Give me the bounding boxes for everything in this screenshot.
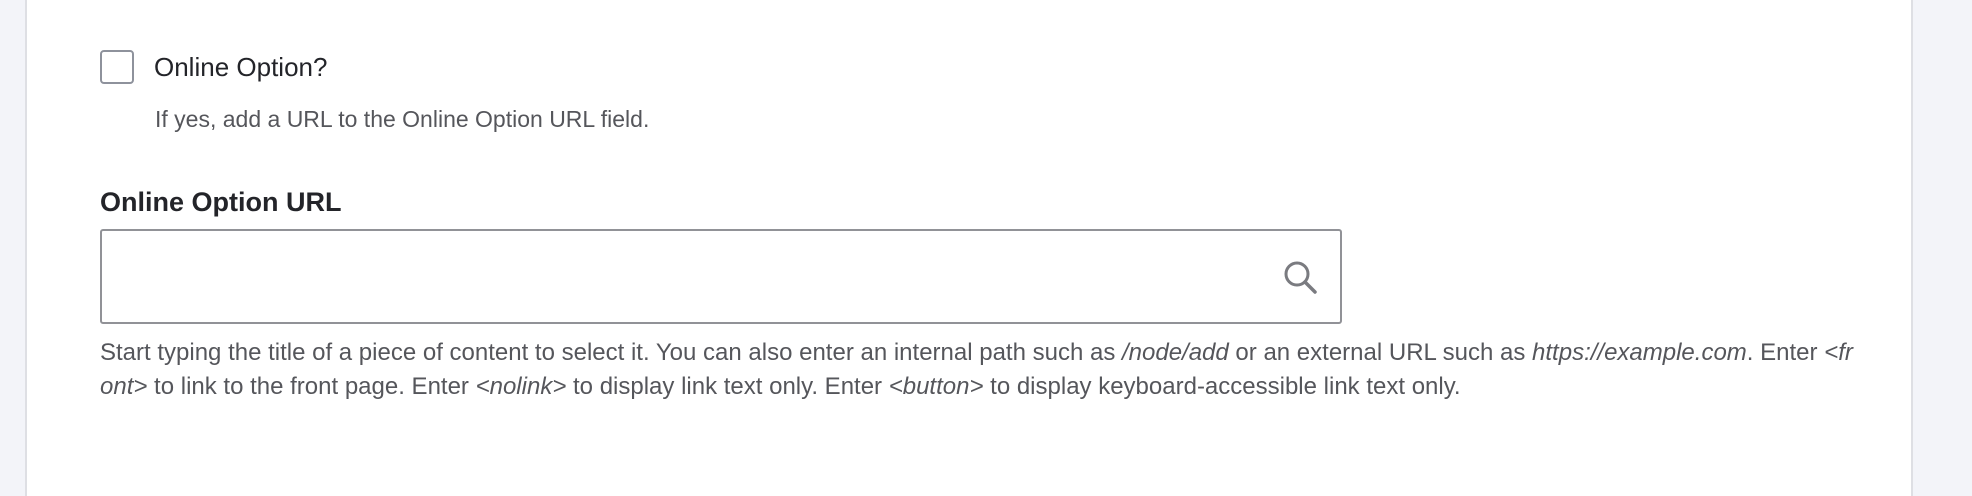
online-option-url-help: Start typing the title of a piece of con… bbox=[100, 336, 1860, 404]
online-option-label[interactable]: Online Option? bbox=[154, 52, 327, 83]
help-text-segment: Start typing the title of a piece of con… bbox=[100, 339, 1122, 366]
help-text-segment: . Enter bbox=[1746, 339, 1825, 366]
help-example-external-url: https://example.com bbox=[1532, 339, 1747, 366]
online-option-checkbox[interactable] bbox=[100, 50, 134, 84]
help-token-nolink: <nolink> bbox=[475, 373, 567, 400]
help-text-segment: to display link text only. Enter bbox=[566, 373, 889, 400]
search-icon bbox=[1284, 261, 1317, 294]
online-option-url-label: Online Option URL bbox=[100, 187, 342, 217]
online-option-url-field[interactable] bbox=[100, 229, 1342, 324]
online-option-description: If yes, add a URL to the Online Option U… bbox=[155, 106, 650, 132]
help-text-segment: to link to the front page. Enter bbox=[147, 373, 476, 400]
help-text-segment: to display keyboard-accessible link text… bbox=[983, 373, 1461, 400]
help-example-internal-path: /node/add bbox=[1121, 339, 1229, 366]
help-token-button: <button> bbox=[888, 373, 984, 400]
form-panel: Online Option? If yes, add a URL to the … bbox=[25, 0, 1913, 496]
online-option-row[interactable]: Online Option? bbox=[100, 50, 327, 84]
online-option-url-input[interactable] bbox=[102, 231, 1272, 322]
help-text-segment: or an external URL such as bbox=[1228, 339, 1533, 366]
